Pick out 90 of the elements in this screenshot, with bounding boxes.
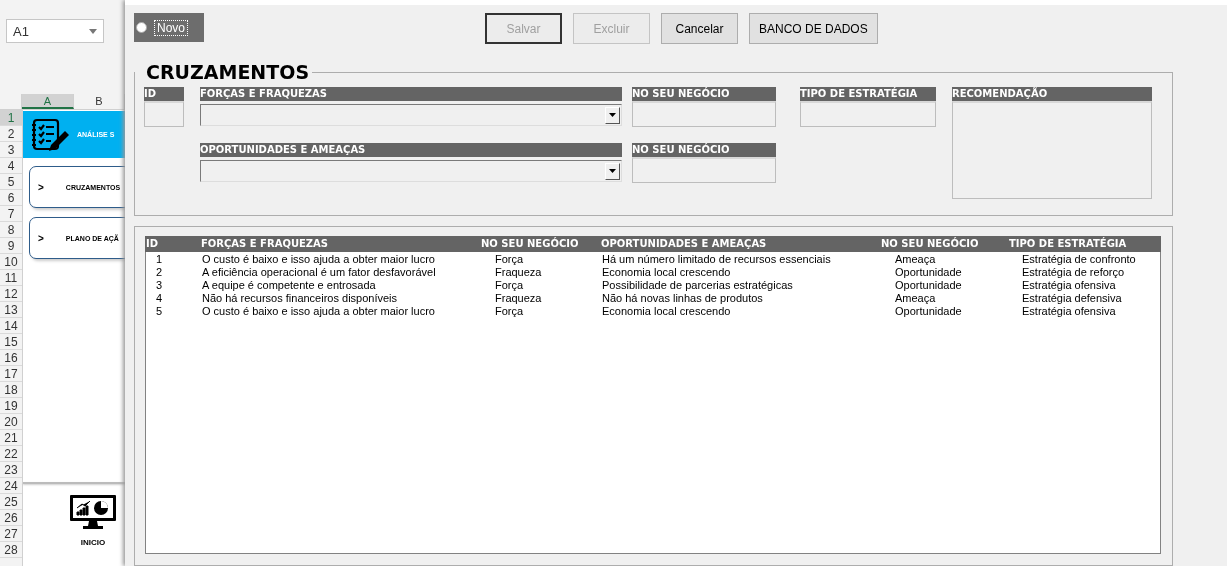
field-label: RECOMENDAÇÃO	[952, 87, 1152, 101]
table-cell-text: Estratégia defensiva	[1021, 292, 1123, 305]
table-cell-text: Oportunidade	[894, 266, 963, 279]
column-header: NO SEU NEGÓCIO	[481, 236, 580, 251]
text-field[interactable]	[632, 157, 776, 183]
row-header[interactable]: 6	[0, 190, 22, 206]
row-header[interactable]: 8	[0, 222, 22, 238]
row-header[interactable]: 15	[0, 334, 22, 350]
table-cell-text: Estratégia ofensiva	[1021, 305, 1117, 318]
text-field[interactable]	[144, 101, 184, 127]
home-button[interactable]: INICIO	[69, 494, 117, 547]
table-cell-text: Oportunidade	[894, 305, 963, 318]
row-header[interactable]: 4	[0, 158, 22, 174]
row-header[interactable]: 17	[0, 366, 22, 382]
checklist-pencil-icon	[31, 117, 71, 152]
dropdown-field[interactable]	[200, 104, 622, 126]
table-cell-text: Estratégia ofensiva	[1021, 279, 1117, 292]
frame-title: CRUZAMENTOS	[145, 61, 311, 83]
column-header: ID	[145, 237, 160, 251]
table-cell-text: Não há novas linhas de produtos	[602, 292, 764, 305]
table-cell-text: Força	[494, 279, 525, 292]
table-cell-text: 1	[155, 253, 164, 266]
table-cell-text: Fraqueza	[494, 266, 543, 279]
row-header[interactable]: 21	[0, 430, 22, 446]
row-header[interactable]: 2	[0, 126, 22, 142]
text-field[interactable]	[632, 101, 776, 127]
dropdown-field[interactable]	[200, 160, 622, 182]
table-cell-text: A eficiência operacional é um fator desfavorável	[201, 266, 437, 279]
row-header[interactable]: 1	[0, 110, 22, 126]
table-cell-text: Há um número limitado de recursos essenciais	[602, 253, 832, 266]
field-label: ID	[144, 87, 184, 101]
row-header[interactable]: 12	[0, 286, 22, 302]
table-cell-text: O custo é baixo e isso ajuda a obter maior lucro	[201, 305, 436, 318]
row-header[interactable]: 3	[0, 142, 22, 158]
row-header[interactable]: 18	[0, 382, 22, 398]
row-header[interactable]: 7	[0, 206, 22, 222]
column-header[interactable]: B	[73, 94, 125, 109]
row-header[interactable]: 11	[0, 270, 22, 286]
row-header[interactable]: 19	[0, 398, 22, 414]
row-header[interactable]: 25	[0, 494, 22, 510]
table-cell-text: Ameaça	[894, 253, 937, 266]
column-header[interactable]: A	[22, 94, 74, 109]
row-header[interactable]: 23	[0, 462, 22, 478]
row-header[interactable]: 5	[0, 174, 22, 190]
text-field[interactable]	[800, 101, 936, 127]
table-cell-text: Não há recursos financeiros disponíveis	[201, 292, 399, 305]
form-button[interactable]: BANCO DE DADOS	[749, 13, 878, 44]
column-header: OPORTUNIDADES E AMEAÇAS	[601, 237, 768, 251]
row-header[interactable]: 10	[0, 254, 22, 270]
radio-option[interactable]: Novo	[134, 13, 204, 42]
row-header[interactable]: 16	[0, 350, 22, 366]
table-cell-text: Força	[494, 305, 525, 318]
table-cell-text: Estratégia de confronto	[1021, 253, 1137, 266]
card-arrow: >	[38, 232, 44, 244]
row-header[interactable]: 13	[0, 302, 22, 318]
form-button[interactable]: Cancelar	[661, 13, 738, 44]
field-label: OPORTUNIDADES E AMEAÇAS	[200, 143, 622, 157]
table-cell-text: 2	[155, 266, 164, 279]
card-arrow: >	[38, 181, 44, 193]
table-cell-text: Oportunidade	[894, 279, 963, 292]
column-header: TIPO DE ESTRATÉGIA	[1009, 236, 1128, 251]
monitor-chart-icon	[69, 494, 117, 530]
table-cell-text: Economia local crescendo	[602, 266, 732, 279]
table-cell-text: 4	[155, 292, 164, 305]
name-box[interactable]: A1	[6, 19, 104, 43]
table-cell-text: 3	[155, 279, 164, 292]
row-header[interactable]: 27	[0, 526, 22, 542]
field-label: NO SEU NEGÓCIO	[632, 143, 776, 157]
field-label: FORÇAS E FRAQUEZAS	[200, 87, 622, 101]
field-label: NO SEU NEGÓCIO	[632, 87, 776, 101]
row-header[interactable]: 20	[0, 414, 22, 430]
table-cell-text: Força	[494, 253, 525, 266]
row-header[interactable]: 14	[0, 318, 22, 334]
table-cell-text: Estratégia de reforço	[1021, 266, 1126, 279]
row-header[interactable]: 28	[0, 542, 22, 558]
table-cell-text: Ameaça	[894, 292, 937, 305]
row-header[interactable]: 24	[0, 478, 22, 494]
table-cell-text: Possibilidade de parcerias estratégicas	[602, 279, 794, 292]
table-cell-text: Fraqueza	[494, 292, 543, 305]
column-header: FORÇAS E FRAQUEZAS	[200, 237, 330, 251]
field-label: TIPO DE ESTRATÉGIA	[800, 87, 936, 101]
row-header[interactable]: 9	[0, 238, 22, 254]
table-cell-text: Economia local crescendo	[602, 305, 732, 318]
caret-icon[interactable]	[89, 28, 97, 34]
table-cell-text: 5	[155, 305, 164, 318]
row-header[interactable]: 22	[0, 446, 22, 462]
row-header[interactable]: 26	[0, 510, 22, 526]
table-cell-text: A equipe é competente e entrosada	[201, 279, 377, 292]
column-header: NO SEU NEGÓCIO	[881, 236, 980, 251]
table-cell-text: O custo é baixo e isso ajuda a obter maior lucro	[201, 253, 436, 266]
